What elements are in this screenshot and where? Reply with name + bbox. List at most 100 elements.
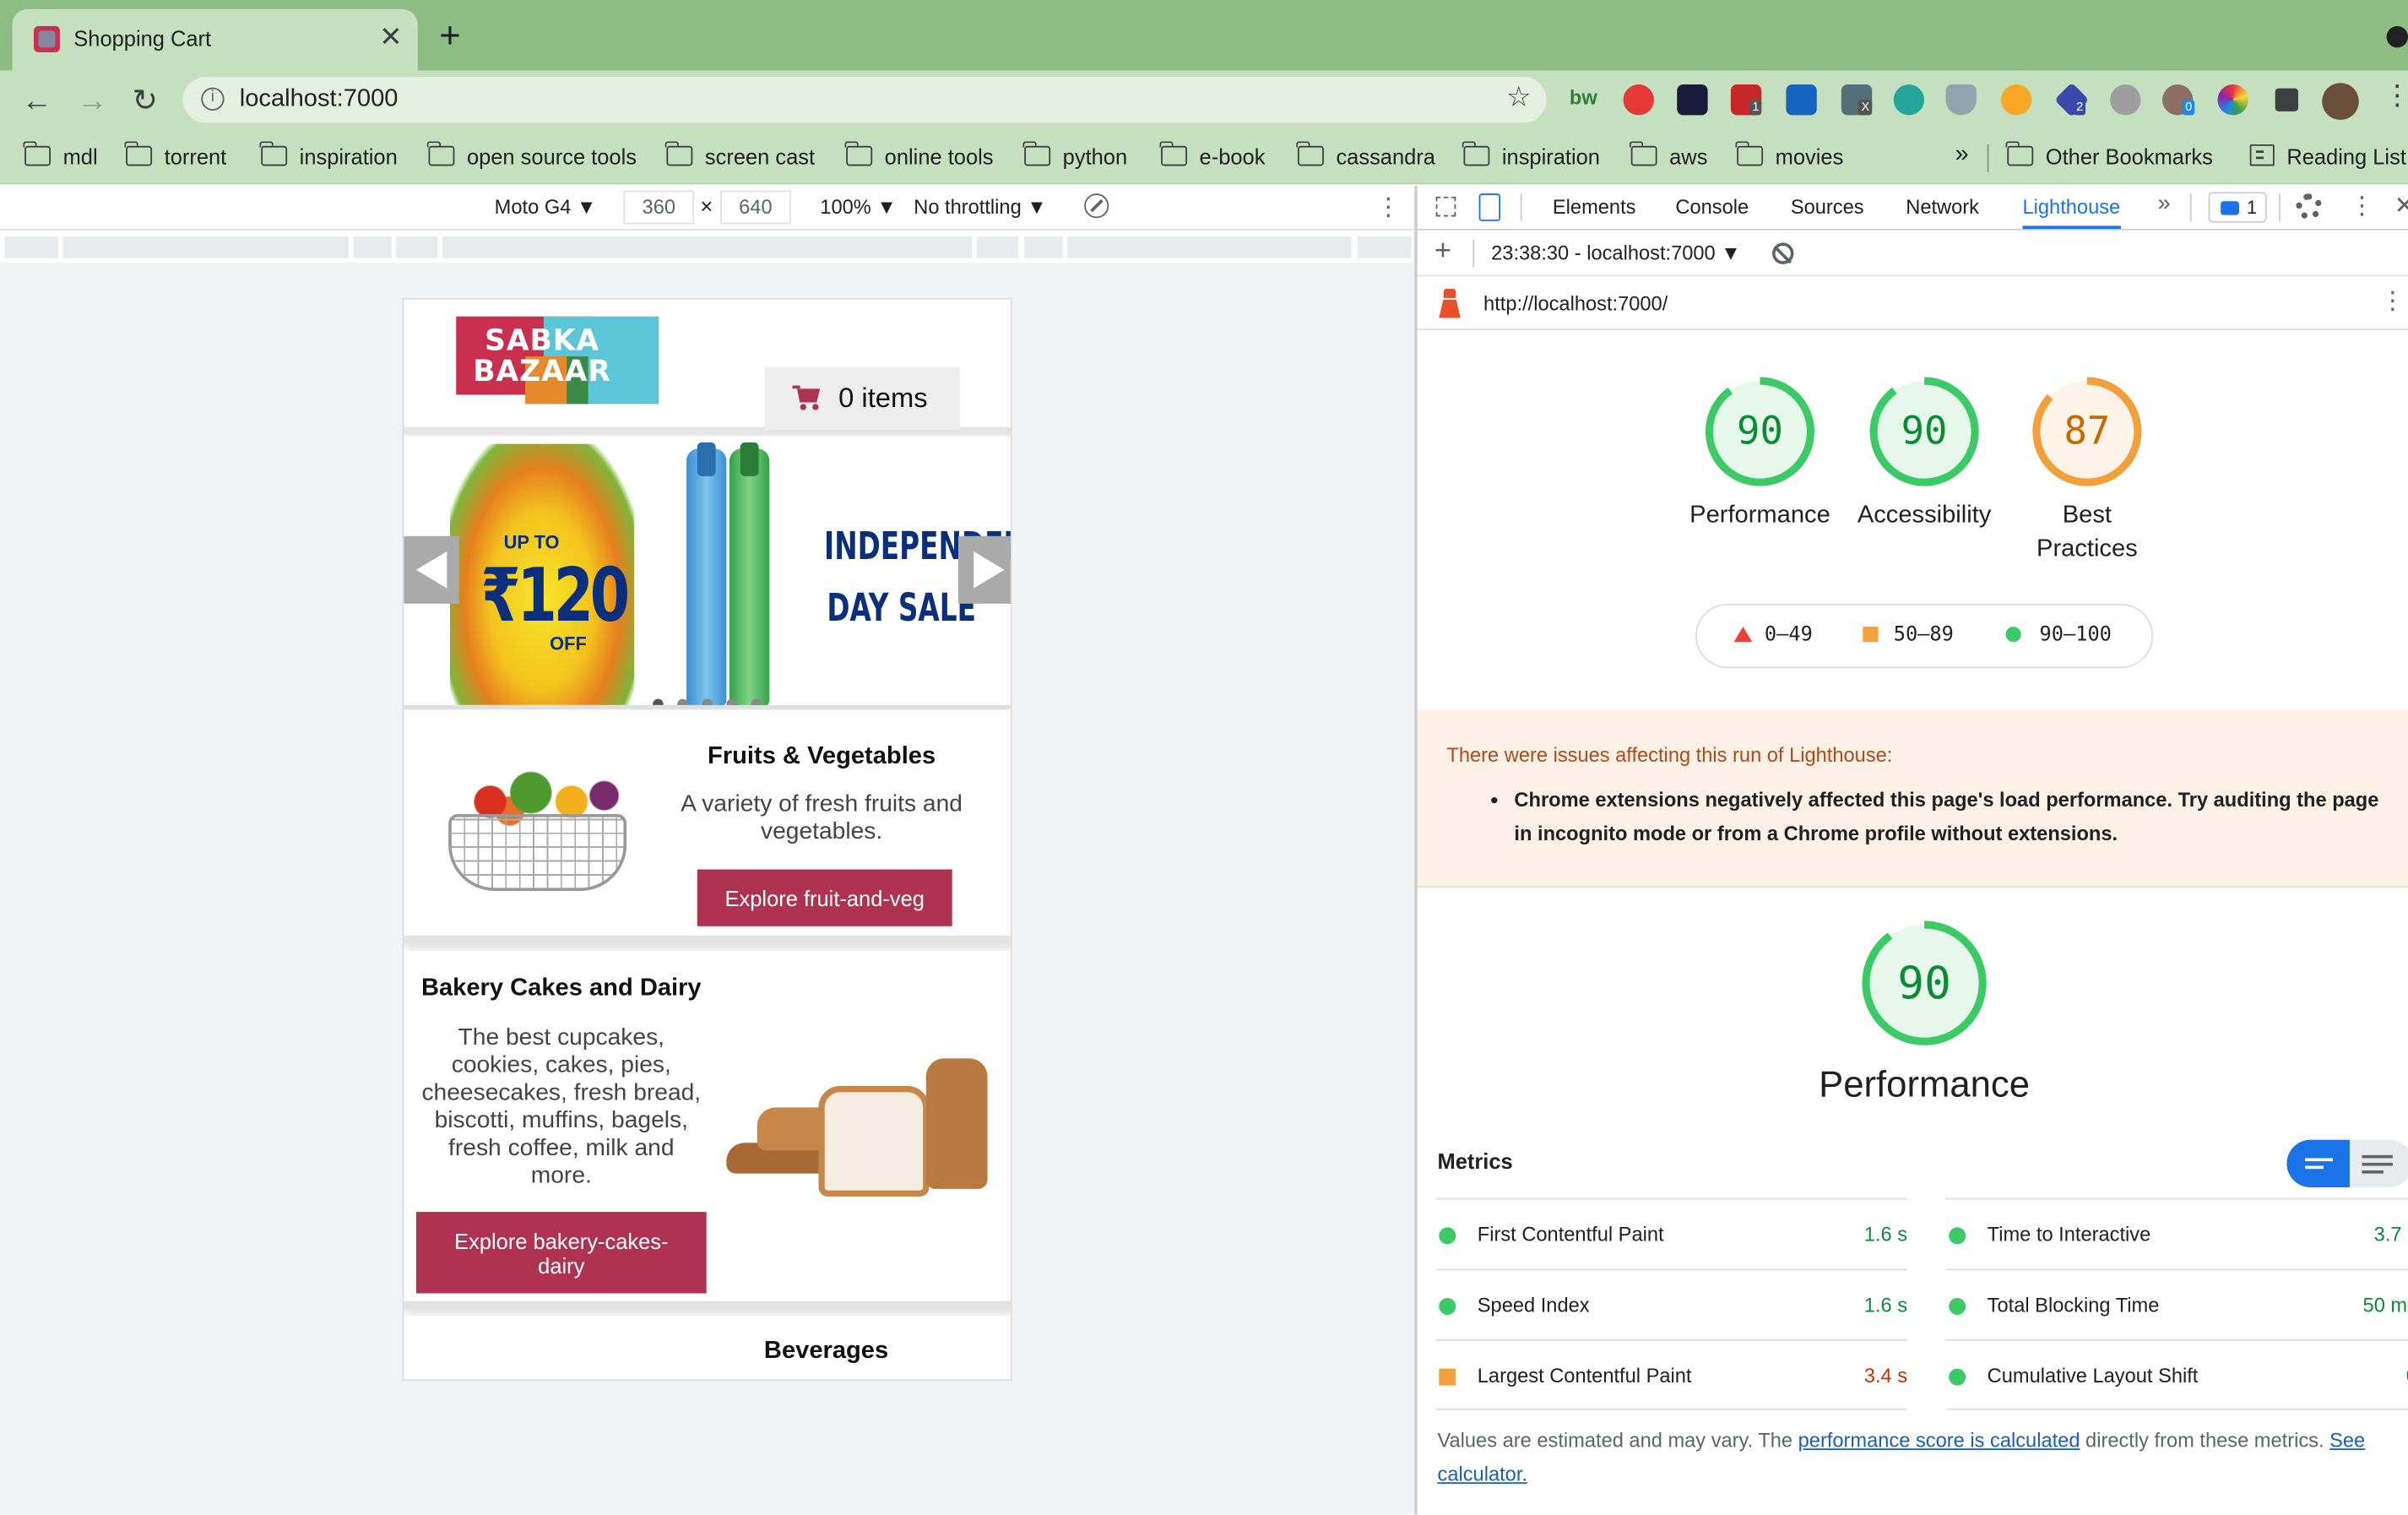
bookmarks-divider [1987,144,1989,172]
tab-console[interactable]: Console [1675,195,1749,218]
bookmark-folder[interactable]: mdl [24,141,98,170]
tab-search-icon[interactable] [2386,25,2408,48]
tab-elements[interactable]: Elements [1553,195,1636,218]
explore-fruit-veg-button[interactable]: Explore fruit-and-veg [697,869,952,926]
throttling-select[interactable]: No throttling ▼ [914,195,1046,218]
device-select[interactable]: Moto G4 ▼ [495,195,597,218]
ruler-segment[interactable] [1024,236,1063,258]
bookmark-label: mdl [62,144,98,170]
gauge-best-practices[interactable]: 87 Best Practices [2003,377,2172,567]
explore-bakery-button[interactable]: Explore bakery-cakes-dairy [415,1212,707,1294]
device-width-input[interactable]: 360 [623,190,695,225]
report-select[interactable]: 23:38:30 - localhost:7000 ▼ [1491,242,1741,264]
carousel-dot[interactable] [751,698,762,705]
extension-color-wheel-icon[interactable] [2217,84,2248,116]
metric-row: First Contentful Paint 1.6 s [1435,1197,1908,1269]
device-toolbar-menu-icon[interactable]: ⋮ [1376,192,1401,222]
ruler-segment[interactable] [442,236,973,258]
compact-view-icon[interactable] [2286,1139,2350,1188]
carousel-prev-button[interactable] [404,535,459,604]
extension-grammarly-icon[interactable] [1893,84,1925,116]
bookmark-label: aws [1669,144,1708,170]
bookmark-folder[interactable]: movies [1736,141,1843,169]
more-tabs-button[interactable]: » [2158,191,2171,217]
extension-p-icon[interactable] [1786,84,1817,116]
ruler-segment[interactable] [4,236,59,258]
other-bookmarks-folder[interactable]: Other Bookmarks [2006,141,2213,169]
bookmark-folder[interactable]: cassandra [1296,141,1435,169]
site-info-icon[interactable]: i [201,87,225,111]
logo-line: BAZAAR [473,355,611,389]
bookmark-folder[interactable]: screen cast [665,141,815,169]
more-bookmarks-button[interactable]: » [1955,141,1968,169]
reading-list-button[interactable]: Reading List [2249,144,2406,169]
ruler-segment[interactable] [1357,236,1412,258]
address-url[interactable]: localhost:7000 [240,86,399,114]
clear-reports-icon[interactable] [1772,242,1794,264]
tab-network[interactable]: Network [1906,195,1979,218]
tab-sources[interactable]: Sources [1791,195,1864,218]
close-devtools-icon[interactable]: ✕ [2394,191,2408,221]
back-arrow-icon[interactable]: ← [21,80,52,123]
carousel-dot[interactable] [653,698,664,705]
performance-gauge: 90 [1862,920,1988,1046]
ruler-segment[interactable] [353,236,392,258]
metric-row: Total Blocking Time 50 ms [1945,1268,2408,1339]
new-report-icon[interactable]: + [1434,235,1451,269]
carousel-next-button[interactable] [957,535,1011,604]
extension-colorpick-icon[interactable] [1677,84,1708,116]
carousel-dot[interactable] [726,698,738,705]
bookmark-folder[interactable]: python [1023,141,1127,169]
reload-icon[interactable]: ↻ [132,80,157,123]
expanded-view-icon[interactable] [2362,1154,2393,1174]
ruler-segment[interactable] [62,236,349,258]
extension-octo-icon[interactable] [2001,84,2032,116]
address-bar[interactable]: i localhost:7000 ☆ [182,76,1547,123]
sabka-bazaar-logo[interactable]: SABKA BAZAAR [456,316,659,405]
carousel-dot[interactable] [677,698,688,705]
banner-amount: ₹120 [480,552,630,639]
bookmark-folder[interactable]: torrent [125,141,226,169]
extension-shield-icon[interactable] [1945,84,1977,116]
issues-count: 1 [2247,196,2258,219]
zoom-select[interactable]: 100% ▼ [820,195,896,218]
bookmark-folder[interactable]: aws [1630,141,1708,170]
ruler-segment[interactable] [976,236,1018,258]
cart-button[interactable]: 0 items [764,367,960,431]
report-menu-icon[interactable]: ⋮ [2380,285,2405,316]
bookmark-folder[interactable]: open source tools [427,141,637,169]
metrics-view-toggle[interactable] [2286,1139,2408,1188]
banner-up-to: UP TO [503,531,560,553]
score-calculated-link[interactable]: performance score is calculated [1798,1429,2080,1452]
extensions-puzzle-icon[interactable] [2275,88,2298,111]
devtools-menu-icon[interactable]: ⋮ [2350,191,2374,221]
device-height-input[interactable]: 640 [720,190,791,225]
profile-avatar[interactable] [2322,83,2359,120]
folder-icon [1023,141,1051,166]
browser-menu-icon[interactable]: ⋮ [2384,80,2408,112]
carousel-dot[interactable] [702,698,713,705]
gauge-performance[interactable]: 90 Performance [1675,377,1844,534]
browser-tab[interactable]: Shopping Cart ✕ [12,8,418,71]
bookmark-folder[interactable]: e-book [1159,141,1266,170]
ruler-segment[interactable] [1067,236,1352,258]
settings-gear-icon[interactable] [2296,193,2323,220]
ruler-segment[interactable] [396,236,438,258]
extension-adblock-icon[interactable] [1623,84,1654,116]
bookmark-folder[interactable]: online tools [845,141,994,169]
report-url[interactable]: http://localhost:7000/ [1483,292,1668,315]
bookmark-label: e-book [1199,144,1266,170]
issues-counter-button[interactable]: 1 [2208,192,2267,223]
bookmark-star-icon[interactable]: ☆ [1506,81,1531,113]
rotate-icon[interactable] [1084,193,1109,219]
new-tab-button[interactable]: + [439,18,460,56]
bookmark-folder[interactable]: inspiration [260,141,398,169]
gauge-accessibility[interactable]: 90 Accessibility [1840,377,2009,534]
forward-arrow-icon[interactable]: → [77,80,107,123]
extension-bw-icon[interactable]: bw [1570,86,1600,117]
folder-icon [2006,141,2034,166]
tab-lighthouse[interactable]: Lighthouse [2022,195,2121,230]
extension-chat-icon[interactable] [2110,84,2141,116]
close-tab-icon[interactable]: ✕ [379,21,402,52]
bookmark-folder[interactable]: inspiration [1462,141,1600,169]
